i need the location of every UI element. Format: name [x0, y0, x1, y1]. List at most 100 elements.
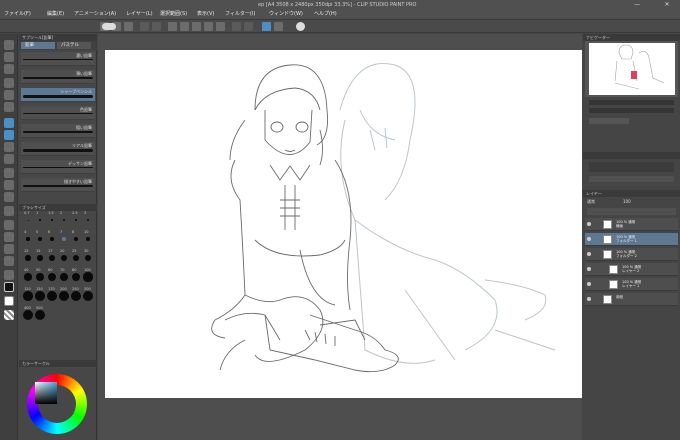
visibility-eye-icon[interactable]	[587, 237, 591, 241]
menu-item-4[interactable]: 選択範囲(S)	[160, 10, 187, 17]
zoom-slider[interactable]	[589, 100, 674, 105]
navigator-buttons[interactable]	[589, 118, 629, 124]
brush-size-option[interactable]	[47, 291, 57, 301]
main-color-swatch[interactable]	[4, 282, 14, 292]
brush-size-option[interactable]	[23, 310, 33, 320]
layer-row[interactable]: 用紙	[585, 293, 678, 306]
brush-icon[interactable]	[4, 142, 14, 152]
gradient-icon[interactable]	[4, 206, 14, 216]
menu-item-5[interactable]: 表示(V)	[197, 10, 214, 17]
sub-color-swatch[interactable]	[4, 296, 14, 306]
opacity-value[interactable]: 100	[623, 199, 631, 204]
brush-size-option[interactable]	[72, 254, 80, 262]
brush-size-option[interactable]	[60, 254, 68, 262]
close-button[interactable]: ✕	[660, 1, 674, 8]
brush-size-option[interactable]	[71, 272, 81, 282]
correct-line-icon[interactable]	[4, 270, 14, 280]
brush-size-option[interactable]	[86, 218, 90, 222]
brush-size-option[interactable]	[39, 219, 41, 221]
layer-row[interactable]: 100 % 通常 フォルダー 1	[585, 233, 678, 246]
visibility-eye-icon[interactable]	[587, 267, 591, 271]
brush-size-label: 170	[48, 287, 55, 291]
menu-item-3[interactable]: レイヤー(L)	[126, 10, 153, 17]
zoom-icon[interactable]	[4, 40, 14, 50]
brush-size-option[interactable]	[49, 255, 55, 261]
rotate-slider[interactable]	[589, 108, 674, 113]
brush-size-option[interactable]	[71, 291, 81, 301]
brush-size-option[interactable]	[27, 219, 29, 221]
eyedropper-icon[interactable]	[4, 102, 14, 112]
tab-pencil[interactable]: 鉛筆	[21, 42, 55, 49]
layer-toolbar[interactable]	[587, 208, 676, 215]
text-icon[interactable]	[4, 244, 14, 254]
blend-mode-select[interactable]: 通常	[587, 199, 595, 205]
brush-item[interactable]: 描きやすい鉛筆	[21, 178, 95, 192]
menu-item-1[interactable]: 編集(E)	[47, 10, 64, 17]
layer-row[interactable]: 100 % 通常 レイヤー 1	[585, 278, 678, 291]
brush-size-option[interactable]	[50, 237, 54, 241]
operation-icon[interactable]	[4, 64, 14, 74]
ruler-icon[interactable]	[4, 232, 14, 242]
airbrush-icon[interactable]	[4, 154, 14, 164]
brush-item[interactable]: 薄い鉛筆	[21, 70, 95, 84]
balloon-icon[interactable]	[4, 256, 14, 266]
move-icon[interactable]	[4, 52, 14, 62]
brush-size-option[interactable]	[74, 218, 78, 222]
brush-size-option[interactable]	[38, 237, 42, 241]
brush-size-option[interactable]	[51, 219, 53, 221]
brush-size-option[interactable]	[35, 291, 45, 301]
brush-size-option[interactable]	[61, 236, 67, 242]
brush-size-option[interactable]	[26, 237, 30, 241]
brush-size-option[interactable]	[24, 273, 32, 281]
brush-item[interactable]: リアル鉛筆	[21, 142, 95, 156]
visibility-eye-icon[interactable]	[587, 297, 591, 301]
navigator-preview[interactable]	[585, 41, 678, 97]
stroke-options[interactable]	[589, 176, 674, 182]
brush-item[interactable]: 濃い鉛筆	[21, 52, 95, 66]
brush-size-option[interactable]	[25, 255, 31, 261]
brush-size-option[interactable]	[83, 291, 93, 301]
selection-icon[interactable]	[4, 78, 14, 88]
blend-icon[interactable]	[4, 180, 14, 190]
visibility-eye-icon[interactable]	[587, 252, 591, 256]
layer-row[interactable]: 100 % 通常 線画	[585, 218, 678, 231]
brush-item[interactable]: 粗い鉛筆	[21, 124, 95, 138]
pencil-icon[interactable]	[4, 130, 14, 140]
brush-size-option[interactable]	[62, 218, 66, 222]
brush-size-option[interactable]	[73, 236, 79, 242]
menu-item-7[interactable]: ウィンドウ(W)	[269, 10, 303, 17]
transparent-color-swatch[interactable]	[4, 310, 14, 320]
menu-item-2[interactable]: アニメーション(A)	[74, 10, 116, 17]
brush-size-option[interactable]	[36, 273, 44, 281]
brush-size-option[interactable]	[59, 291, 69, 301]
brush-size-option[interactable]	[83, 272, 93, 282]
menu-item-8[interactable]: ヘルプ(H)	[314, 10, 337, 17]
layer-row[interactable]: 100 % 通常 レイヤー 2	[585, 263, 678, 276]
figure-icon[interactable]	[4, 220, 14, 230]
menu-item-0[interactable]: ファイル(F)	[4, 10, 31, 17]
visibility-eye-icon[interactable]	[587, 282, 591, 286]
brush-size-option[interactable]	[23, 291, 33, 301]
layer-row[interactable]: 100 % 通常 フォルダー 2	[585, 248, 678, 261]
color-wheel[interactable]	[27, 374, 87, 434]
brush-size-option[interactable]	[84, 254, 92, 262]
auto-select-icon[interactable]	[4, 90, 14, 100]
visibility-eye-icon[interactable]	[587, 222, 591, 226]
tab-pastel[interactable]: パステル	[57, 42, 91, 49]
pen-icon[interactable]	[4, 118, 14, 128]
brush-size-option[interactable]	[37, 255, 43, 261]
eraser-icon[interactable]	[4, 168, 14, 178]
brush-size-option[interactable]	[48, 273, 56, 281]
menu-item-6[interactable]: フィルター(I)	[225, 10, 255, 17]
fill-icon[interactable]	[4, 192, 14, 202]
brush-size-option[interactable]	[85, 236, 91, 242]
eye-icon[interactable]	[102, 23, 116, 30]
minimize-button[interactable]: —	[630, 1, 644, 8]
brush-item[interactable]: 色鉛筆	[21, 106, 95, 120]
drawing-canvas[interactable]	[105, 50, 582, 398]
brush-item[interactable]: デッサン鉛筆	[21, 160, 95, 174]
brush-size-option[interactable]	[59, 272, 69, 282]
saturation-value-box[interactable]	[35, 382, 57, 404]
brush-item[interactable]: シャープペンシル	[21, 88, 95, 102]
brush-size-option[interactable]	[35, 310, 45, 320]
